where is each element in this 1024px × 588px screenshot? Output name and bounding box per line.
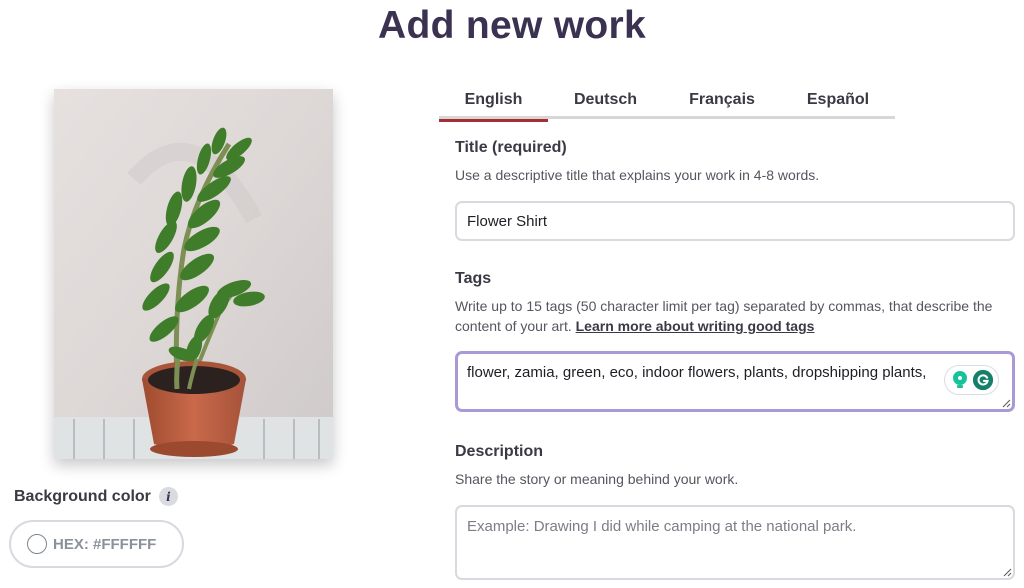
language-tabs: English Deutsch Français Español: [439, 80, 895, 122]
title-input[interactable]: [455, 201, 1015, 241]
color-swatch-icon: [27, 534, 47, 554]
grammarly-widget[interactable]: [944, 365, 999, 395]
tab-deutsch[interactable]: Deutsch: [548, 80, 663, 119]
resize-handle-icon[interactable]: [1001, 398, 1011, 408]
tags-textarea[interactable]: [455, 351, 1015, 412]
title-label: Title (required): [455, 139, 567, 156]
description-help: Share the story or meaning behind your w…: [455, 471, 739, 487]
background-color-label-text: Background color: [14, 487, 151, 505]
tab-francais[interactable]: Français: [663, 80, 781, 119]
tags-label: Tags: [455, 270, 492, 287]
artwork-preview: [54, 89, 333, 459]
lightbulb-icon[interactable]: [949, 369, 971, 391]
tab-english[interactable]: English: [439, 80, 548, 122]
page-title: Add new work: [378, 4, 646, 47]
description-label: Description: [455, 443, 544, 460]
description-textarea[interactable]: [455, 505, 1015, 580]
resize-handle-icon[interactable]: [1002, 567, 1012, 577]
tags-help: Write up to 15 tags (50 character limit …: [455, 296, 1015, 336]
tab-espanol[interactable]: Español: [781, 80, 895, 119]
info-icon[interactable]: i: [158, 487, 178, 506]
background-color-picker[interactable]: HEX: #FFFFFF: [9, 520, 184, 568]
title-help: Use a descriptive title that explains yo…: [455, 167, 820, 183]
grammarly-icon[interactable]: [972, 369, 994, 391]
hex-value: HEX: #FFFFFF: [53, 535, 157, 553]
learn-more-tags-link[interactable]: Learn more about writing good tags: [576, 318, 815, 334]
artwork-image: [54, 89, 333, 459]
background-color-label: Background color i: [14, 487, 178, 506]
